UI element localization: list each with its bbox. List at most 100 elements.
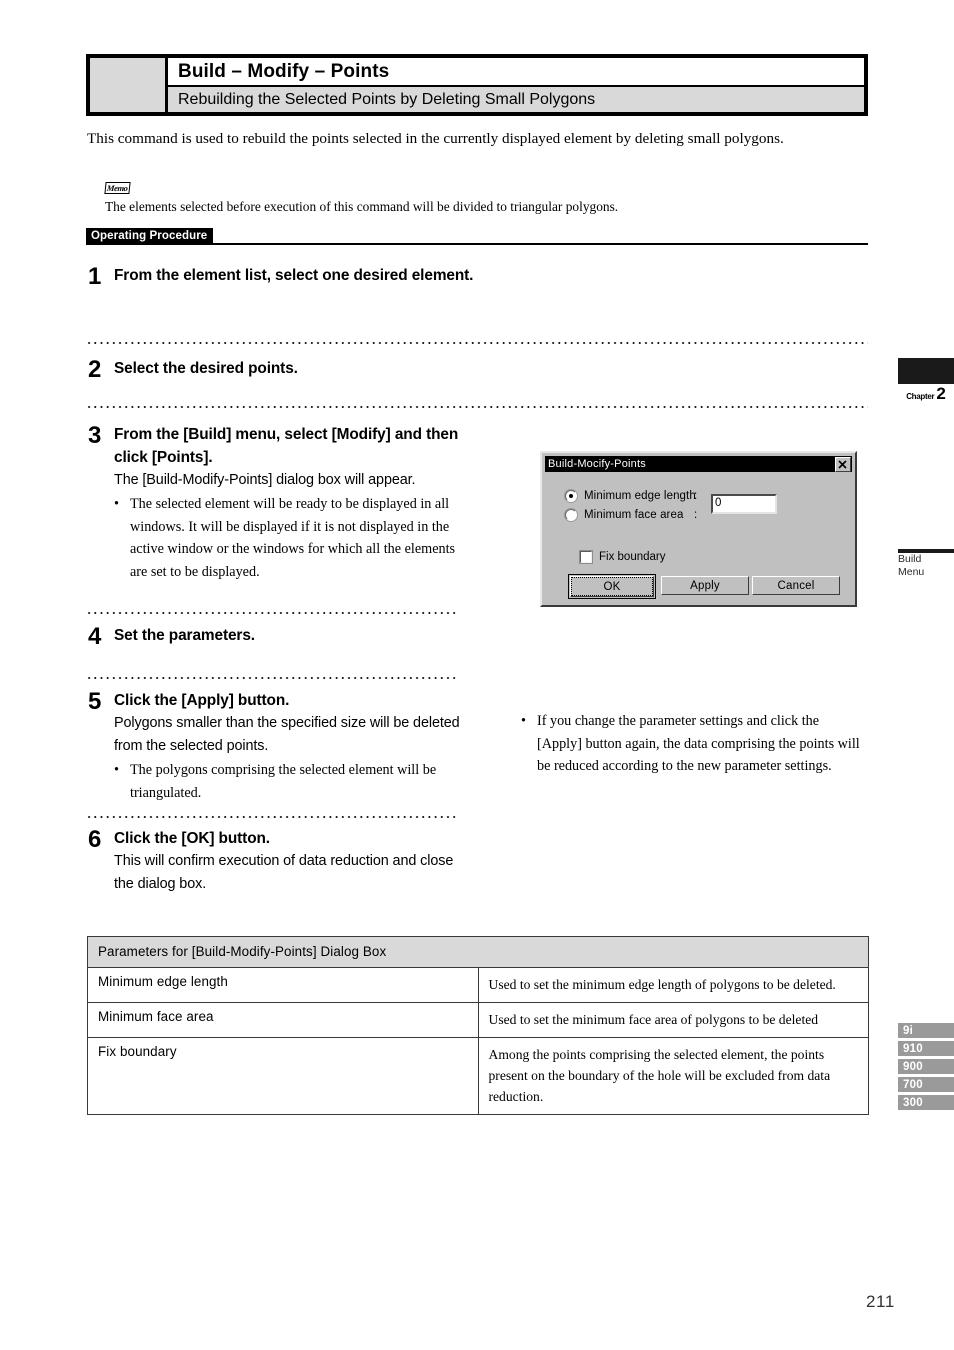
param-desc-minimum-edge-length: Used to set the minimum edge length of p… (477, 967, 869, 1003)
apply-side-note-text: If you change the parameter settings and… (537, 713, 860, 774)
param-name-minimum-face-area: Minimum face area (87, 1002, 479, 1038)
step-separator-1 (86, 342, 868, 344)
header-swatch (90, 58, 168, 112)
step-separator-3 (86, 612, 456, 614)
step-6: 6 Click the [OK] button. This will confi… (88, 827, 466, 896)
step-separator-2 (86, 406, 868, 408)
bullet-dot-icon: • (114, 496, 119, 512)
model-tab-910: 910 (898, 1041, 954, 1056)
model-tab-9i: 9i (898, 1023, 954, 1038)
step-5-heading: Click the [Apply] button. (114, 692, 290, 709)
bullet-dot-icon: • (521, 713, 526, 729)
step-5-bullet-text: The polygons comprising the selected ele… (130, 762, 437, 801)
param-desc-minimum-face-area: Used to set the minimum face area of pol… (477, 1002, 869, 1038)
memo-text: The elements selected before execution o… (105, 199, 619, 214)
cancel-button[interactable]: Cancel (752, 576, 840, 595)
memo-badge-icon: Memo (104, 182, 131, 194)
model-tabs: 9i 910 900 700 300 (898, 1023, 954, 1113)
memo-note: Memo The elements selected before execut… (104, 178, 805, 216)
radio-on-icon[interactable] (565, 490, 577, 502)
radio-minimum-edge-length[interactable]: Minimum edge length (565, 490, 696, 502)
step-5-number: 5 (88, 688, 102, 715)
step-4: 4 Set the parameters. (88, 624, 466, 649)
param-name-fix-boundary: Fix boundary (87, 1037, 479, 1115)
page-title: Build – Modify – Points (168, 58, 864, 87)
parameter-value-input[interactable]: 0 (711, 494, 777, 514)
chapter-label: Chapter 2 (898, 384, 954, 406)
chapter-number: 2 (936, 384, 946, 403)
table-row: Fix boundary Among the points comprising… (87, 1037, 869, 1115)
step-5: 5 Click the [Apply] button. Polygons sma… (88, 689, 466, 804)
apply-button[interactable]: Apply (661, 576, 749, 595)
radio-2-colon: : (694, 509, 698, 521)
dialog-title-bar: Build-Mocify-Points (545, 456, 852, 472)
operating-procedure-rule (86, 243, 868, 245)
step-3-number: 3 (88, 422, 102, 449)
apply-side-note: • If you change the parameter settings a… (521, 710, 861, 778)
step-5-bullet-item: • The polygons comprising the selected e… (114, 759, 466, 804)
radio-minimum-face-area[interactable]: Minimum face area (565, 509, 683, 521)
parameters-table: Parameters for [Build-Modify-Points] Dia… (87, 936, 869, 1115)
dialog-title: Build-Mocify-Points (548, 458, 646, 470)
ok-button-wrapper[interactable]: OK (568, 574, 656, 599)
step-3-heading: From the [Build] menu, select [Modify] a… (114, 426, 459, 466)
step-3: 3 From the [Build] menu, select [Modify]… (88, 423, 466, 583)
step-3-bullet-text: The selected element will be ready to be… (130, 496, 456, 580)
model-tab-700: 700 (898, 1077, 954, 1092)
step-1-number: 1 (88, 263, 102, 290)
step-5-body: Click the [Apply] button. Polygons small… (114, 689, 466, 804)
operating-procedure-label: Operating Procedure (86, 228, 214, 244)
table-row: Minimum edge length Used to set the mini… (87, 967, 869, 1003)
step-6-body: Click the [OK] button. This will confirm… (114, 827, 466, 896)
operating-procedure-band: Operating Procedure (86, 226, 868, 245)
page-header: Build – Modify – Points Rebuilding the S… (86, 54, 868, 116)
step-2-number: 2 (88, 356, 102, 383)
intro-paragraph: This command is used to rebuild the poin… (87, 130, 784, 147)
step-3-body: From the [Build] menu, select [Modify] a… (114, 423, 466, 583)
step-3-bullets: • The selected element will be ready to … (114, 493, 466, 583)
parameters-table-header: Parameters for [Build-Modify-Points] Dia… (87, 936, 869, 968)
step-6-heading: Click the [OK] button. (114, 830, 270, 847)
menu-tab-line1: Build (898, 553, 922, 565)
step-6-subtext: This will confirm execution of data redu… (114, 853, 454, 892)
step-separator-4 (86, 677, 456, 679)
chapter-tab-marker (898, 358, 954, 384)
step-5-bullets: • The polygons comprising the selected e… (114, 759, 466, 804)
step-4-body: Set the parameters. (114, 624, 466, 649)
step-6-number: 6 (88, 826, 102, 853)
chapter-word: Chapter (906, 392, 935, 401)
radio-1-colon: : (694, 490, 698, 502)
step-1-body: From the element list, select one desire… (114, 264, 488, 289)
step-separator-5 (86, 816, 456, 818)
param-desc-fix-boundary: Among the points comprising the selected… (477, 1037, 869, 1115)
fix-boundary-checkbox[interactable]: Fix boundary (580, 551, 665, 563)
step-2: 2 Select the desired points. (88, 357, 488, 382)
step-1: 1 From the element list, select one desi… (88, 264, 488, 289)
close-icon[interactable] (835, 456, 851, 472)
radio-minimum-face-area-label: Minimum face area (584, 509, 684, 521)
table-header-row: Parameters for [Build-Modify-Points] Dia… (87, 936, 869, 968)
model-tab-300: 300 (898, 1095, 954, 1110)
fix-boundary-label: Fix boundary (599, 551, 666, 563)
close-x-glyph (838, 459, 847, 469)
document-page: Build – Modify – Points Rebuilding the S… (0, 0, 954, 1350)
menu-tab-line2: Menu (898, 566, 925, 578)
model-tab-900: 900 (898, 1059, 954, 1074)
bullet-dot-icon: • (114, 762, 119, 778)
step-4-number: 4 (88, 623, 102, 650)
ok-button[interactable]: OK (570, 576, 654, 597)
page-number: 211 (866, 1292, 895, 1311)
step-3-subtext: The [Build-Modify-Points] dialog box wil… (114, 472, 416, 488)
table-row: Minimum face area Used to set the minimu… (87, 1002, 869, 1038)
step-4-heading: Set the parameters. (114, 627, 255, 644)
radio-minimum-edge-length-label: Minimum edge length (584, 490, 696, 502)
checkbox-unchecked-icon[interactable] (580, 551, 592, 563)
page-subtitle: Rebuilding the Selected Points by Deleti… (168, 87, 864, 112)
radio-off-icon[interactable] (565, 509, 577, 521)
step-2-heading: Select the desired points. (114, 360, 298, 377)
step-5-subtext: Polygons smaller than the specified size… (114, 715, 460, 754)
menu-tab-text: Build Menu (898, 553, 954, 579)
step-3-bullet-item: • The selected element will be ready to … (114, 493, 466, 583)
step-1-heading: From the element list, select one desire… (114, 267, 474, 284)
header-text-column: Build – Modify – Points Rebuilding the S… (168, 58, 864, 112)
